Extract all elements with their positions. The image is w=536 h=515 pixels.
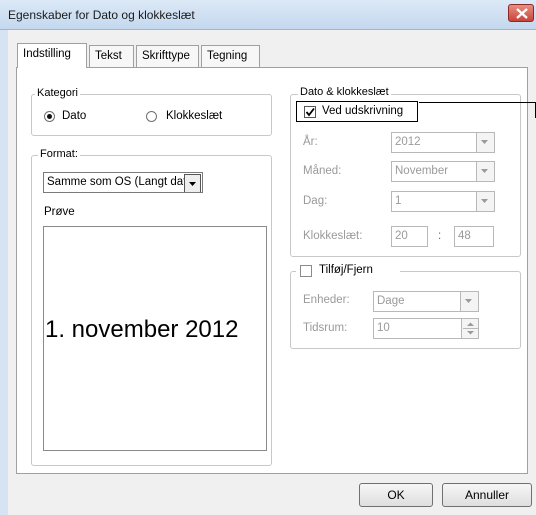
- tab-indstilling[interactable]: Indstilling: [17, 43, 87, 68]
- chevron-down-icon[interactable]: [476, 133, 494, 152]
- chevron-down-icon[interactable]: [184, 174, 201, 192]
- window-border: [0, 30, 8, 515]
- close-icon: [516, 8, 528, 19]
- preview-text: 1. november 2012: [45, 316, 239, 343]
- period-spinner[interactable]: 10: [373, 318, 479, 339]
- chevron-down-icon[interactable]: [476, 162, 494, 181]
- cancel-button[interactable]: Annuller: [442, 483, 532, 507]
- hour-input[interactable]: 20: [391, 226, 428, 247]
- print-checkbox-label: Ved udskrivning: [322, 105, 404, 117]
- window-title: Egenskaber for Dato og klokkeslæt: [8, 8, 195, 22]
- time-separator: :: [438, 230, 442, 242]
- day-label: Dag:: [303, 195, 328, 207]
- kategori-legend: Kategori: [35, 87, 80, 99]
- radio-dato[interactable]: [44, 111, 55, 122]
- unit-select[interactable]: Dage: [373, 291, 479, 312]
- hour-value: 20: [395, 230, 408, 242]
- radio-klokkeslaet[interactable]: [146, 111, 157, 122]
- day-value: 1: [395, 195, 402, 207]
- ok-button[interactable]: OK: [359, 483, 433, 507]
- chevron-down-icon[interactable]: [476, 192, 494, 211]
- time-label: Klokkeslæt:: [303, 230, 363, 242]
- unit-label: Enheder:: [303, 294, 350, 306]
- spinner-arrows[interactable]: [461, 319, 478, 338]
- checkmark-icon: [305, 107, 315, 117]
- addremove-checkbox[interactable]: [300, 265, 312, 277]
- print-checkbox[interactable]: [304, 106, 316, 118]
- day-select[interactable]: 1: [391, 191, 495, 212]
- close-button[interactable]: [508, 4, 534, 22]
- period-label: Tidsrum:: [303, 322, 348, 334]
- datetime-legend: Dato & klokkeslæt: [298, 86, 391, 98]
- format-legend: Format:: [38, 148, 80, 160]
- radio-klokkeslaet-label: Klokkeslæt: [166, 110, 223, 122]
- tab-skrifttype[interactable]: Skrifttype: [136, 45, 199, 67]
- spinner-icon: [463, 322, 478, 335]
- chevron-down-icon[interactable]: [460, 292, 478, 311]
- month-select[interactable]: November: [391, 161, 495, 182]
- month-value: November: [395, 165, 449, 177]
- minute-value: 48: [458, 230, 471, 242]
- tab-tegning[interactable]: Tegning: [201, 45, 260, 67]
- year-value: 2012: [395, 136, 421, 148]
- tab-tekst[interactable]: Tekst: [89, 45, 134, 67]
- year-select[interactable]: 2012: [391, 132, 495, 153]
- addremove-legend: Tilføj/Fjern: [319, 264, 373, 276]
- format-select-value: Samme som OS (Langt dato): [47, 176, 197, 188]
- format-select[interactable]: Samme som OS (Langt dato): [43, 172, 203, 193]
- month-label: Måned:: [303, 165, 342, 177]
- preview-label: Prøve: [44, 206, 75, 218]
- minute-input[interactable]: 48: [454, 226, 494, 247]
- callout-line: [419, 102, 536, 103]
- radio-dato-label: Dato: [62, 110, 87, 122]
- unit-value: Dage: [377, 295, 405, 307]
- year-label: År:: [303, 136, 318, 148]
- period-value: 10: [377, 322, 390, 334]
